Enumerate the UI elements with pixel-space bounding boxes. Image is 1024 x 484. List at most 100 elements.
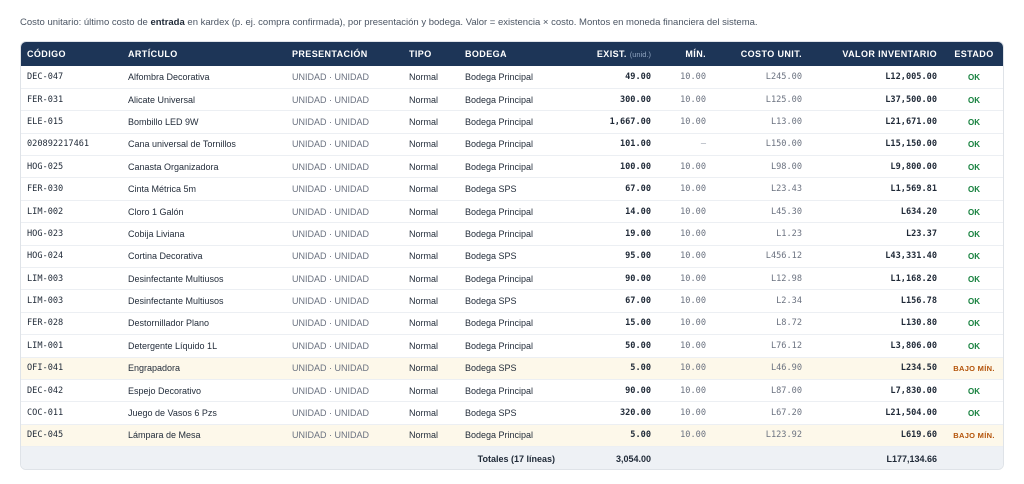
col-header-minimo[interactable]: MÍN. (657, 42, 712, 66)
cell-articulo: Alicate Universal (128, 94, 196, 105)
status-badge: OK (968, 341, 980, 351)
cell-articulo: Cloro 1 Galón (128, 206, 184, 217)
cell-valor-inventario: L37,500.00 (885, 94, 937, 105)
col-header-bodega[interactable]: BODEGA (459, 42, 561, 66)
cell-costo-unit: L12.98 (770, 273, 802, 284)
cell-minimo: — (700, 139, 706, 150)
status-badge: OK (968, 274, 980, 284)
cell-bodega: Bodega Principal (465, 71, 534, 82)
cell-existencia: 15.00 (625, 318, 651, 329)
table-row[interactable]: COC-011 Juego de Vasos 6 Pzs UNIDAD · UNID… (21, 402, 1003, 425)
cell-estado: OK (943, 268, 1003, 290)
existencia-unit-label: (unid.) (629, 50, 651, 59)
cell-tipo: Normal (409, 228, 439, 239)
table-row[interactable]: LIM-003 Desinfectante Multiusos UNIDAD · U… (21, 290, 1003, 313)
cell-costo-unit: L1.23 (776, 228, 802, 239)
cell-articulo: Engrapadora (128, 363, 181, 374)
cell-estado: OK (943, 111, 1003, 133)
col-header-costo-unit[interactable]: COSTO UNIT. (712, 42, 808, 66)
cell-codigo: HOG-023 (27, 228, 64, 239)
cell-articulo: Cinta Métrica 5m (128, 184, 197, 195)
status-badge: OK (968, 229, 980, 239)
cell-articulo: Cortina Decorativa (128, 251, 203, 262)
cell-tipo: Normal (409, 385, 439, 396)
cell-minimo: 10.00 (680, 296, 706, 307)
cell-costo-unit: L123.92 (765, 430, 802, 441)
cell-tipo: Normal (409, 184, 439, 195)
table-row[interactable]: 020892217461 Cana universal de Tornillos U… (21, 133, 1003, 156)
cell-valor-inventario: L634.20 (900, 206, 937, 217)
col-header-existencia[interactable]: EXIST. (unid.) (561, 42, 657, 66)
cell-codigo: DEC-047 (27, 71, 64, 82)
table-row[interactable]: FER-030 Cinta Métrica 5m UNIDAD · UNIDAD No… (21, 178, 1003, 201)
cell-tipo: Normal (409, 139, 439, 150)
cell-valor-inventario: L619.60 (900, 430, 937, 441)
cell-tipo: Normal (409, 430, 439, 441)
table-row[interactable]: DEC-045 Lámpara de Mesa UNIDAD · UNIDAD Nor… (21, 424, 1003, 447)
col-header-articulo[interactable]: ARTÍCULO (122, 42, 286, 66)
cell-minimo: 10.00 (680, 206, 706, 217)
caption-part-1: Costo unitario: último costo de (20, 17, 151, 28)
inventory-table: CÓDIGO ARTÍCULO PRESENTACIÓN TIPO BODEGA… (21, 42, 1003, 469)
totals-valor: L177,134.66 (886, 453, 937, 464)
caption-part-2: en kardex (p. ej. compra confirmada), po… (184, 17, 758, 28)
table-row[interactable]: DEC-047 Alfombra Decorativa UNIDAD · UNIDA… (21, 66, 1003, 89)
cell-existencia: 90.00 (625, 273, 651, 284)
cell-costo-unit: L23.43 (770, 184, 802, 195)
col-header-estado[interactable]: ESTADO (943, 42, 1003, 66)
cell-bodega: Bodega Principal (465, 139, 534, 150)
cell-costo-unit: L8.72 (776, 318, 802, 329)
cell-articulo: Cobija Liviana (128, 228, 185, 239)
cell-costo-unit: L67.20 (770, 408, 802, 419)
cell-articulo: Cana universal de Tornillos (128, 139, 236, 150)
cost-explanation-caption: Costo unitario: último costo de entrada … (20, 16, 1000, 30)
status-badge: OK (968, 207, 980, 217)
cell-articulo: Espejo Decorativo (128, 385, 202, 396)
table-row[interactable]: HOG-025 Canasta Organizadora UNIDAD · UNID… (21, 156, 1003, 178)
cell-bodega: Bodega Principal (465, 116, 534, 127)
cell-presentacion: UNIDAD · UNIDAD (292, 296, 370, 307)
cell-presentacion: UNIDAD · UNIDAD (292, 206, 370, 217)
status-badge: OK (968, 117, 980, 127)
cell-presentacion: UNIDAD · UNIDAD (292, 228, 370, 239)
table-row[interactable]: LIM-002 Cloro 1 Galón UNIDAD · UNIDAD Norma… (21, 200, 1003, 223)
cell-estado: OK (943, 290, 1003, 312)
cell-costo-unit: L2.34 (776, 296, 802, 307)
table-row[interactable]: DEC-042 Espejo Decorativo UNIDAD · UNIDAD N… (21, 379, 1003, 402)
col-header-codigo[interactable]: CÓDIGO (21, 42, 122, 66)
cell-valor-inventario: L1,569.81 (890, 184, 937, 195)
cell-presentacion: UNIDAD · UNIDAD (292, 363, 370, 374)
cell-existencia: 5.00 (630, 430, 651, 441)
cell-codigo: FER-030 (27, 184, 64, 195)
col-header-presentacion[interactable]: PRESENTACIÓN (286, 42, 403, 66)
cell-existencia: 90.00 (625, 385, 651, 396)
cell-bodega: Bodega Principal (465, 340, 534, 351)
table-row[interactable]: LIM-001 Detergente Líquido 1L UNIDAD · UNI… (21, 335, 1003, 358)
table-row[interactable]: LIM-003 Desinfectante Multiusos UNIDAD · U… (21, 268, 1003, 290)
cell-codigo: COC-011 (27, 408, 64, 419)
cell-presentacion: UNIDAD · UNIDAD (292, 273, 370, 284)
cell-codigo: FER-028 (27, 318, 64, 329)
cell-articulo: Lámpara de Mesa (128, 430, 201, 441)
cell-valor-inventario: L15,150.00 (885, 139, 937, 150)
status-badge: BAJO MÍN. (953, 431, 995, 441)
cell-presentacion: UNIDAD · UNIDAD (292, 340, 370, 351)
cell-tipo: Normal (409, 273, 439, 284)
table-row[interactable]: ELE-015 Bombillo LED 9W UNIDAD · UNIDAD Nor… (21, 111, 1003, 134)
col-header-valor-inventario[interactable]: VALOR INVENTARIO (808, 42, 943, 66)
table-row[interactable]: OFI-041 Engrapadora UNIDAD · UNIDAD Normal B… (21, 357, 1003, 380)
cell-costo-unit: L98.00 (770, 161, 802, 172)
cell-tipo: Normal (409, 161, 439, 172)
cell-bodega: Bodega SPS (465, 296, 517, 307)
cell-presentacion: UNIDAD · UNIDAD (292, 385, 370, 396)
col-header-tipo[interactable]: TIPO (403, 42, 459, 66)
cell-estado: OK (943, 402, 1003, 424)
cell-existencia: 100.00 (619, 161, 651, 172)
table-row[interactable]: HOG-024 Cortina Decorativa UNIDAD · UNIDAD… (21, 245, 1003, 268)
cell-estado: OK (943, 312, 1003, 334)
table-row[interactable]: FER-031 Alicate Universal UNIDAD · UNIDAD N… (21, 88, 1003, 111)
table-row[interactable]: FER-028 Destornillador Plano UNIDAD · UNID… (21, 312, 1003, 335)
cell-valor-inventario: L21,671.00 (885, 116, 937, 127)
table-row[interactable]: HOG-023 Cobija Liviana UNIDAD · UNIDAD Norm… (21, 223, 1003, 246)
cell-estado: OK (943, 178, 1003, 200)
